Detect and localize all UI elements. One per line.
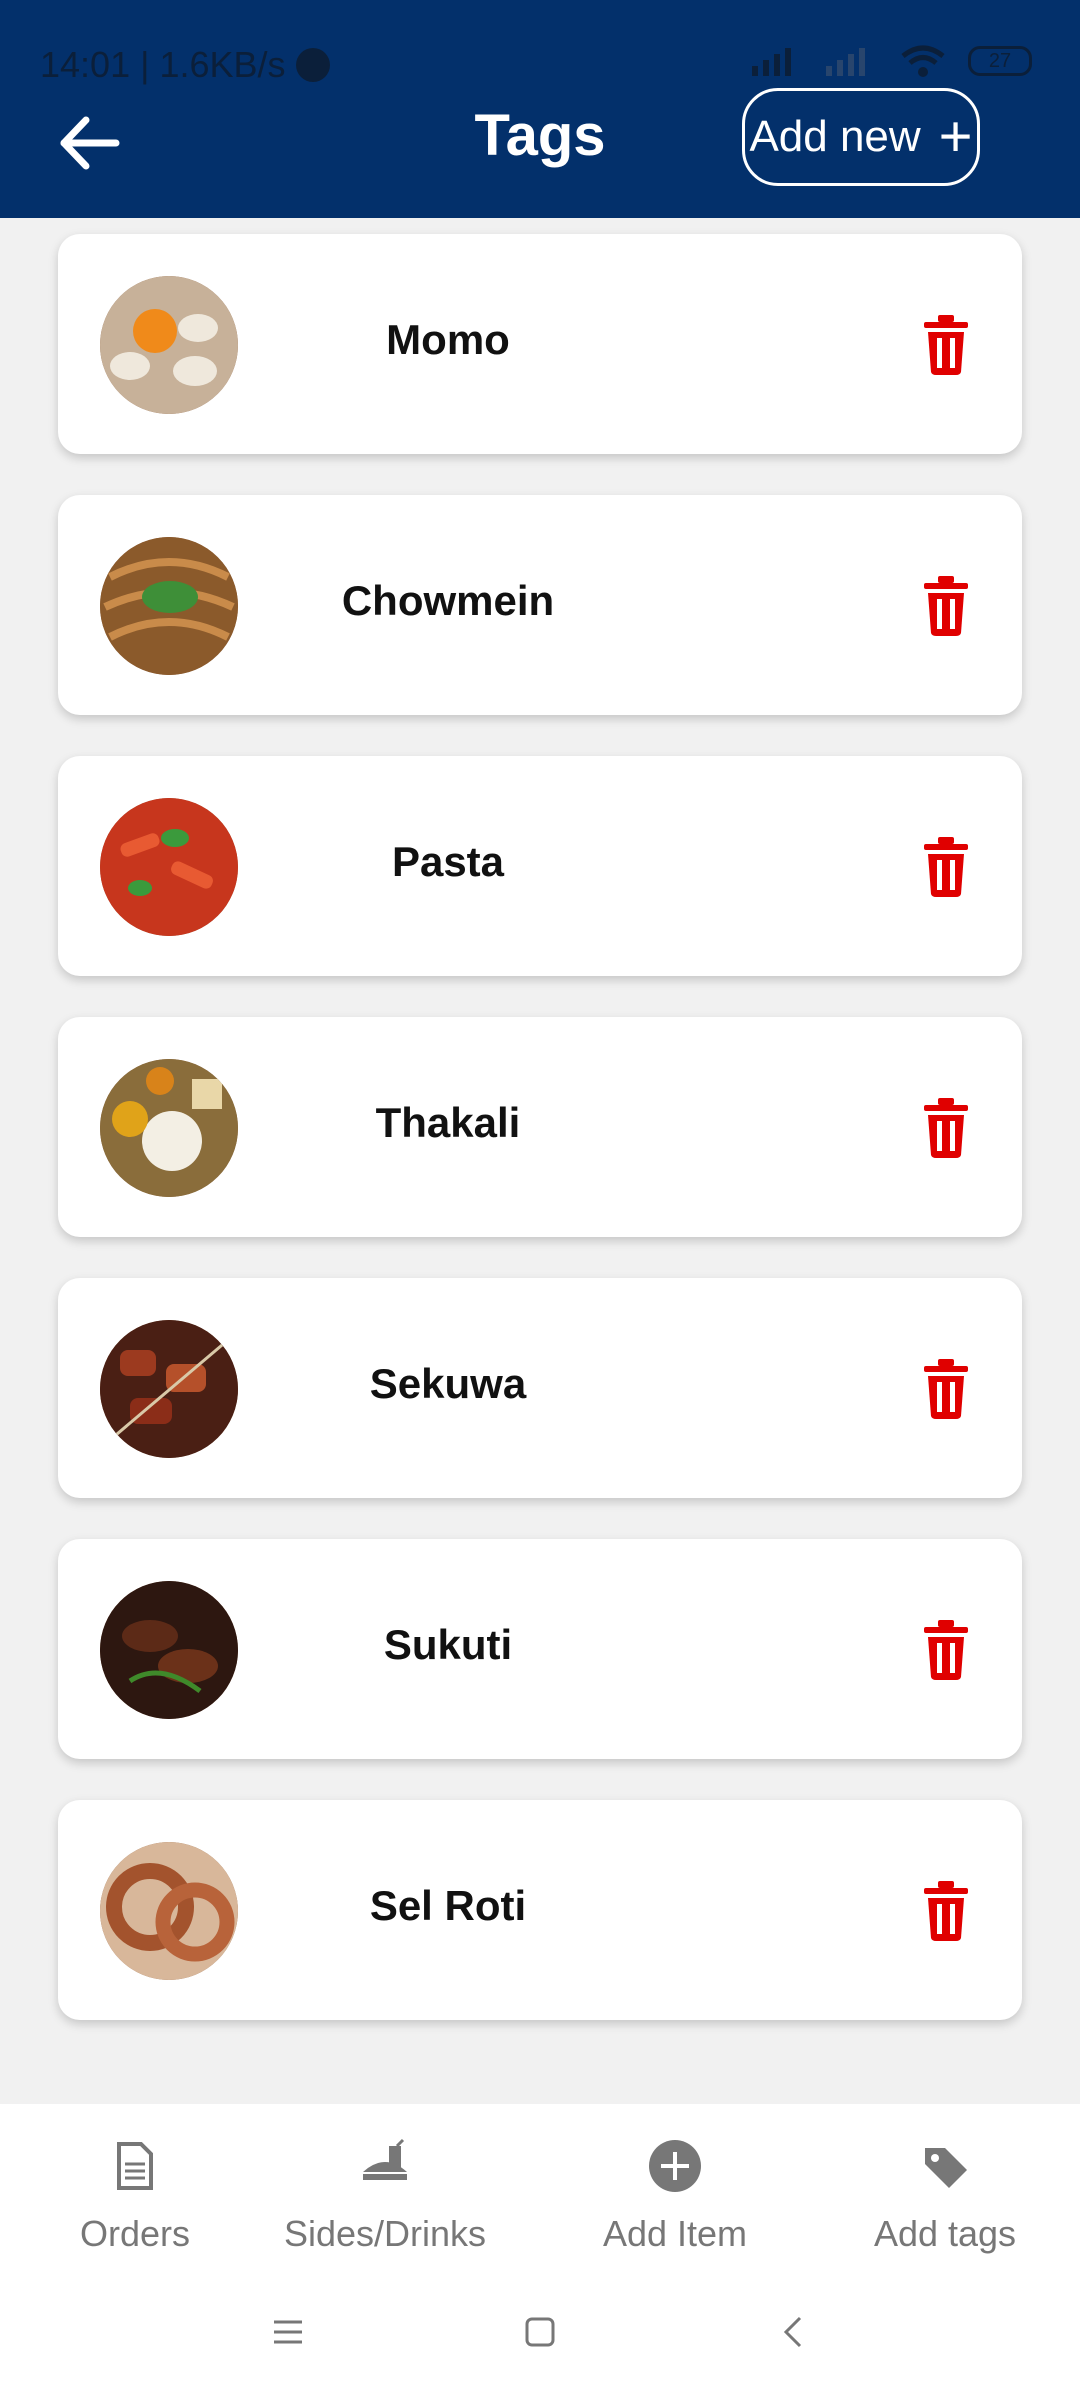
- battery-indicator: 27: [968, 46, 1032, 76]
- signal-icon: [752, 48, 791, 76]
- tag-image-thakali: [100, 1059, 238, 1197]
- trash-icon[interactable]: [916, 573, 976, 637]
- tag-name: Momo: [386, 316, 510, 363]
- tag-image-sel-roti: [100, 1842, 238, 1980]
- trash-icon[interactable]: [916, 1356, 976, 1420]
- tag-image-pasta: [100, 798, 238, 936]
- home-icon[interactable]: [510, 2302, 570, 2362]
- tag-image-chowmein: [100, 537, 238, 675]
- plus-icon: +: [938, 104, 973, 169]
- add-new-label: Add new: [749, 112, 921, 161]
- menu-icon[interactable]: [258, 2302, 318, 2362]
- tag-card-chowmein[interactable]: Chowmein: [58, 495, 1022, 715]
- tag-card-sukuti[interactable]: Sukuti: [58, 1539, 1022, 1759]
- trash-icon[interactable]: [916, 1095, 976, 1159]
- tag-name: Pasta: [391, 838, 505, 885]
- tag-card-sekuwa[interactable]: Sekuwa: [58, 1278, 1022, 1498]
- tag-name: Sekuwa: [369, 1360, 527, 1407]
- status-time-speed: 14:01 | 1.6KB/s: [40, 44, 286, 85]
- tag-card-pasta[interactable]: Pasta: [58, 756, 1022, 976]
- tag-name: Thakali: [375, 1099, 521, 1146]
- status-bar-right: 27: [752, 44, 1032, 78]
- tag-list[interactable]: Momo Chowmein Pasta Thakali Sekuwa Sukut…: [0, 218, 1080, 2104]
- trash-icon[interactable]: [916, 1617, 976, 1681]
- trash-icon[interactable]: [916, 834, 976, 898]
- tag-card-thakali[interactable]: Thakali: [58, 1017, 1022, 1237]
- document-icon: [117, 2142, 153, 2190]
- add-new-button[interactable]: Add new +: [742, 88, 980, 186]
- nav-add-item[interactable]: Add Item: [540, 2138, 810, 2255]
- tag-icon: [925, 2148, 967, 2188]
- app-header: 14:01 | 1.6KB/s 27 Tags Add new +: [0, 0, 1080, 218]
- signal-2-icon: [826, 48, 865, 76]
- status-bar-left: 14:01 | 1.6KB/s: [40, 44, 330, 86]
- tag-name: Sukuti: [383, 1621, 513, 1668]
- tag-image-sekuwa: [100, 1320, 238, 1458]
- trash-icon[interactable]: [916, 312, 976, 376]
- tag-name: Chowmein: [341, 577, 555, 624]
- nav-add-tags[interactable]: Add tags: [810, 2138, 1080, 2255]
- tag-image-sukuti: [100, 1581, 238, 1719]
- nav-label: Sides/Drinks: [283, 2213, 487, 2254]
- tag-name: Sel Roti: [369, 1882, 527, 1929]
- tag-card-sel-roti[interactable]: Sel Roti: [58, 1800, 1022, 2020]
- system-navigation-bar: [0, 2270, 1080, 2400]
- tag-image-momo: [100, 276, 238, 414]
- tag-card-momo[interactable]: Momo: [58, 234, 1022, 454]
- trash-icon[interactable]: [916, 1878, 976, 1942]
- back-icon[interactable]: [764, 2302, 824, 2362]
- wifi-icon: [901, 45, 945, 77]
- nav-label: Orders: [79, 2213, 191, 2254]
- nav-label: Add Item: [602, 2213, 748, 2254]
- nav-label: Add tags: [873, 2213, 1017, 2254]
- plus-circle-icon: [649, 2140, 701, 2192]
- battery-level: 27: [988, 49, 1012, 72]
- nav-orders[interactable]: Orders: [0, 2138, 270, 2255]
- notification-icon: [295, 48, 330, 82]
- food-drink-icon: [363, 2138, 407, 2180]
- nav-sides-drinks[interactable]: Sides/Drinks: [250, 2138, 520, 2255]
